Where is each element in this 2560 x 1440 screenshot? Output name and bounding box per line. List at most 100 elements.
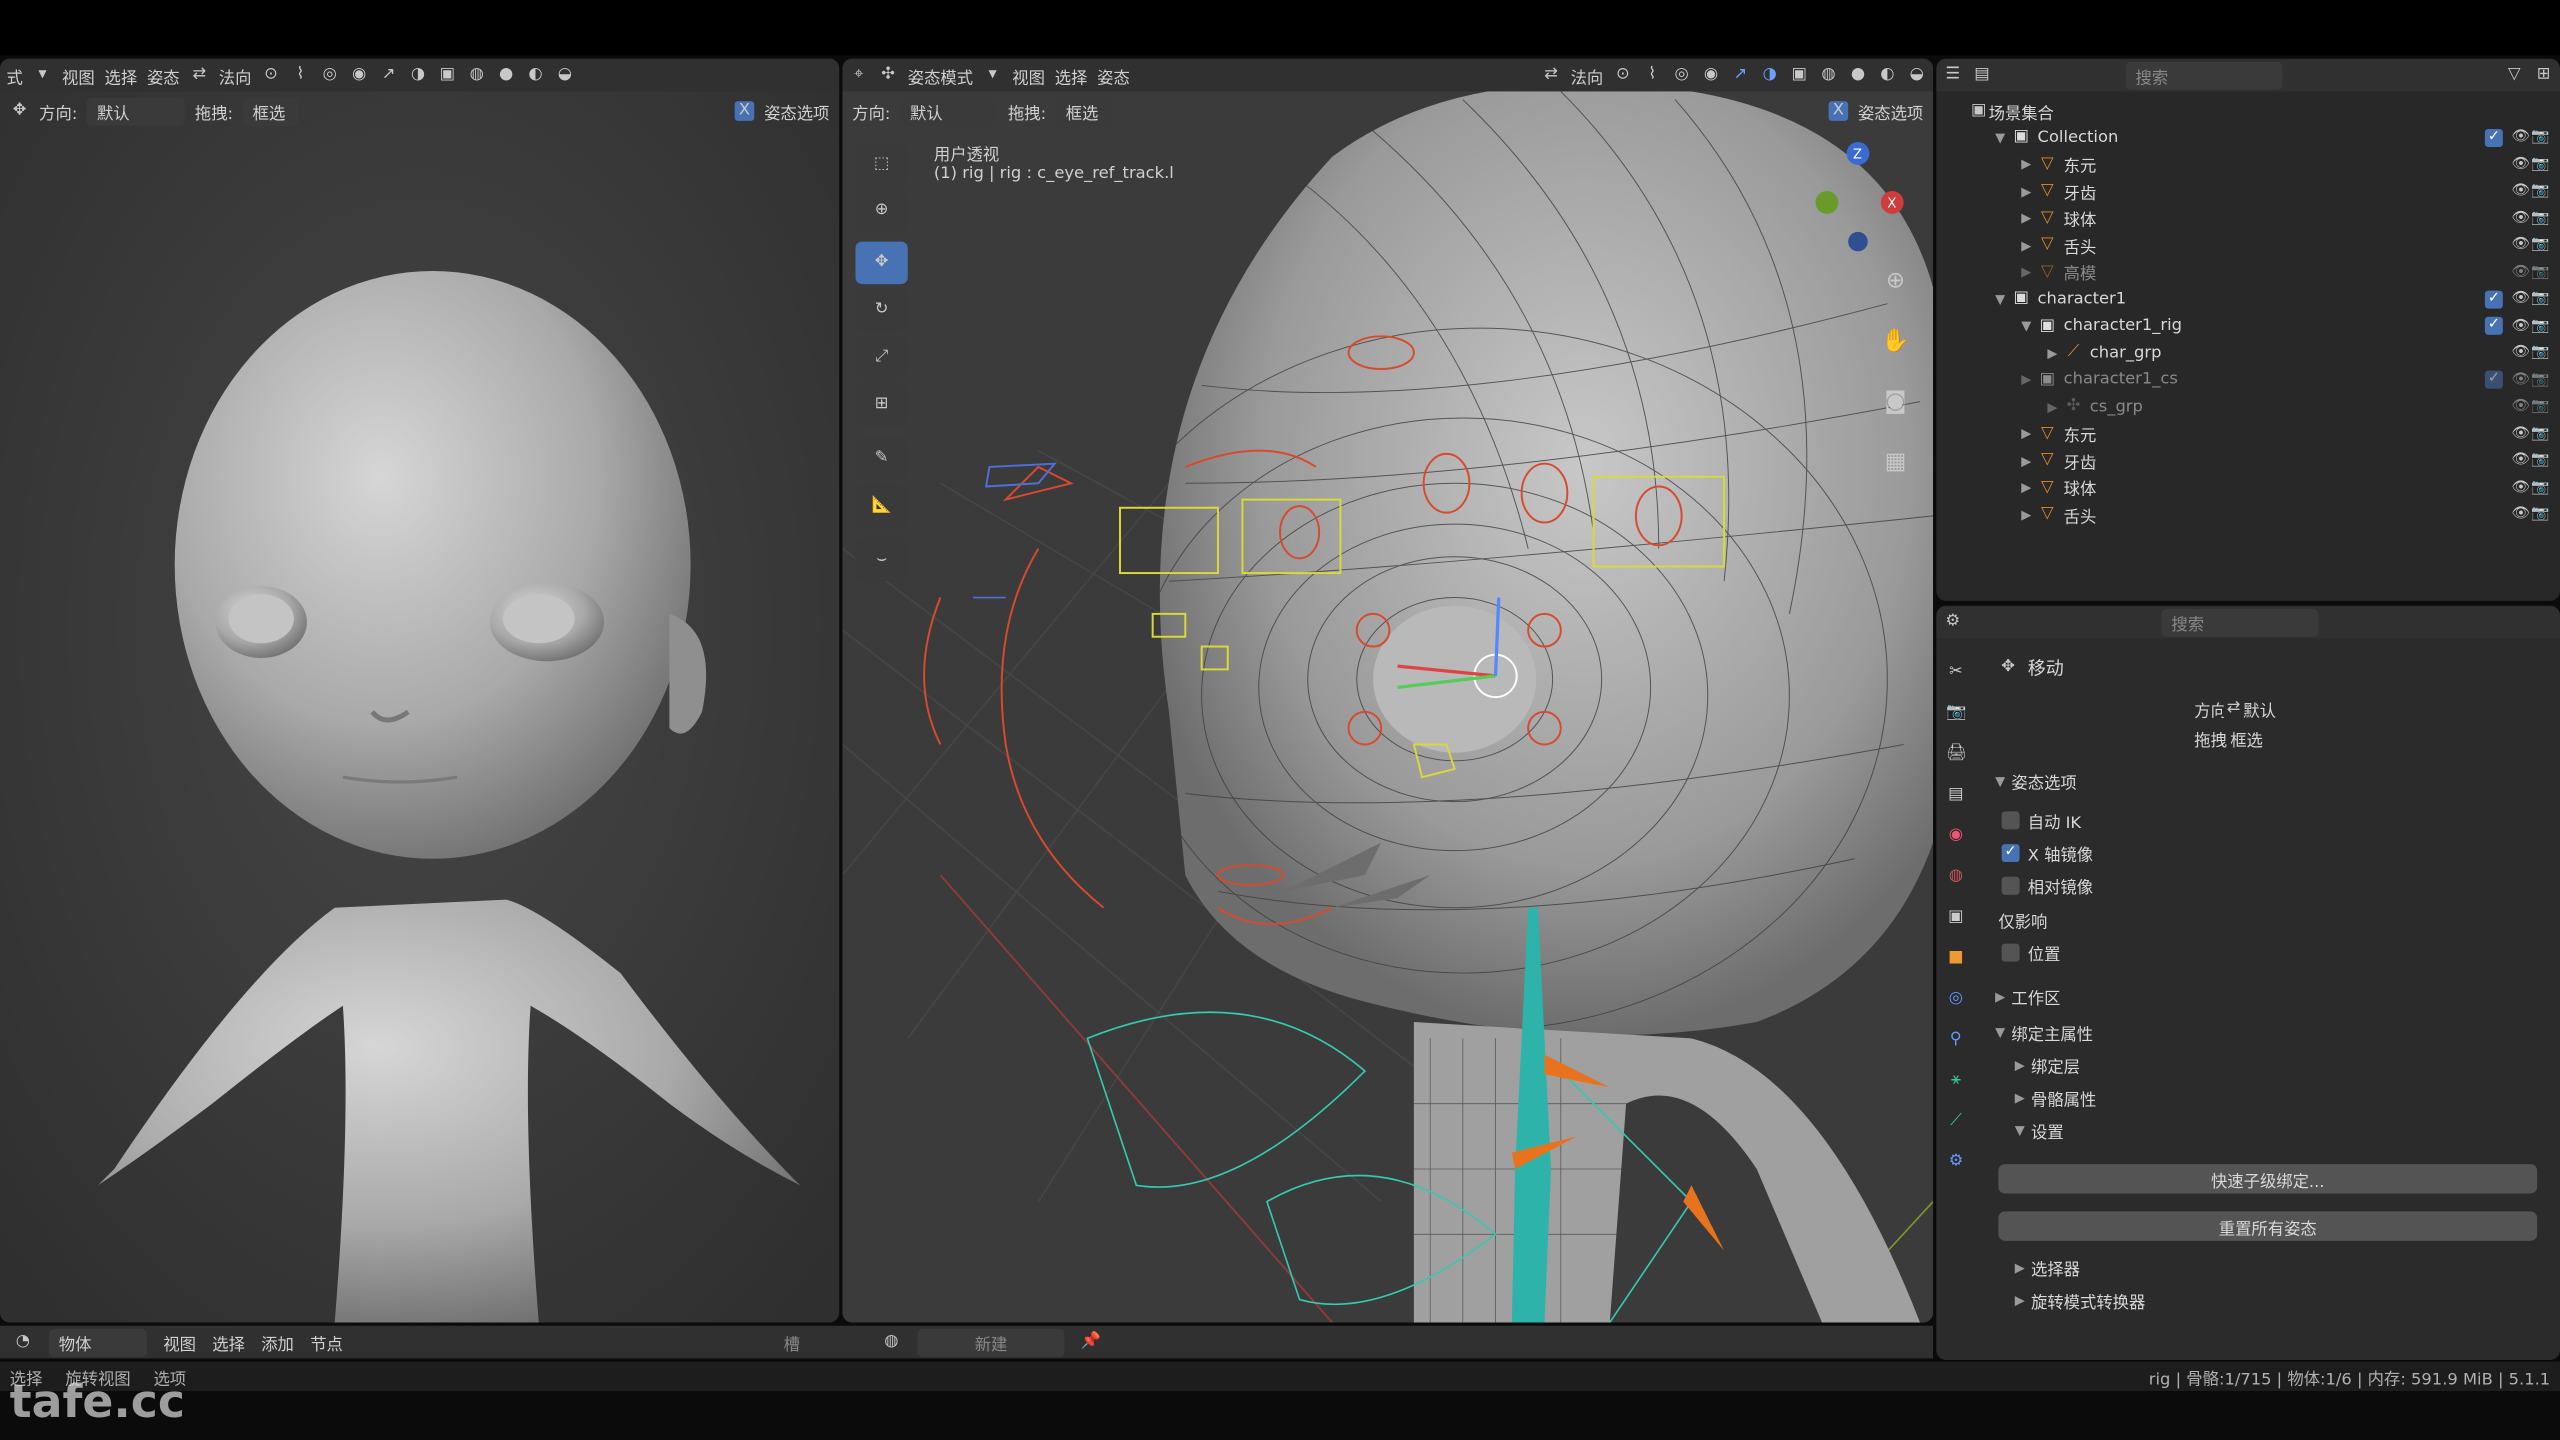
outliner-item[interactable]: ▶ ▽ 东元 👁 📷: [2021, 151, 2550, 177]
gizmo-icon[interactable]: ↗: [1731, 65, 1751, 85]
checkbox-checked[interactable]: ✓: [2484, 316, 2503, 335]
cursor-tool[interactable]: ⊕: [855, 189, 908, 232]
bone-constraint-tab-icon[interactable]: ⚙: [1946, 1153, 1966, 1173]
outliner-item[interactable]: ▶ ▽ 东元 👁 📷: [2021, 420, 2550, 446]
object-tab-icon[interactable]: ■: [1946, 949, 1966, 969]
camera-icon[interactable]: 📷: [2531, 478, 2551, 498]
scene-collection[interactable]: ▣ 场景集合: [1969, 98, 2054, 124]
snap-icon[interactable]: ⌇: [1642, 65, 1662, 85]
main-menu-view[interactable]: 视图: [1012, 63, 1045, 87]
annotate-tool[interactable]: ✎: [855, 437, 908, 480]
camera-icon[interactable]: 📷: [2531, 370, 2551, 390]
solid-shading-icon[interactable]: ●: [496, 65, 516, 85]
wireframe-shading-icon[interactable]: ◍: [467, 65, 487, 85]
visibility-icon[interactable]: ◉: [1701, 65, 1721, 85]
outliner-item[interactable]: ▶ ▽ 牙齿 👁 📷: [2021, 178, 2550, 204]
snap-icon[interactable]: ⌇: [291, 65, 311, 85]
eye-icon[interactable]: 👁: [2511, 397, 2531, 417]
checkbox-checked[interactable]: ✓: [2484, 289, 2503, 308]
main-pose-options[interactable]: 姿态选项: [1858, 99, 1923, 123]
outliner-item[interactable]: ▶ ▣ character1_cs ✓ 👁 📷: [2021, 367, 2550, 393]
new-collection-icon[interactable]: ⊞: [2534, 65, 2554, 85]
pivot-icon[interactable]: ⊙: [1613, 65, 1633, 85]
gizmo-icon[interactable]: ↗: [379, 65, 399, 85]
hand-icon[interactable]: ✋: [1881, 330, 1910, 360]
main-orient-dropdown[interactable]: 默认: [900, 97, 999, 125]
left-menu-0[interactable]: 式: [7, 63, 23, 87]
eye-icon[interactable]: 👁: [2511, 451, 2531, 471]
camera-icon[interactable]: 📷: [2531, 316, 2551, 336]
data-tab-icon[interactable]: ⚹: [1946, 1071, 1966, 1091]
visibility-icon[interactable]: ◉: [349, 65, 369, 85]
bone-props-section[interactable]: ▶ 骨骼属性: [2015, 1084, 2097, 1110]
outliner-item[interactable]: ▶ ▽ 牙齿 👁 📷: [2021, 447, 2550, 473]
camera-icon[interactable]: 📷: [2531, 451, 2551, 471]
left-orientation[interactable]: 法向: [219, 63, 252, 87]
left-viewport[interactable]: 式 ▾ 视图 选择 姿态 ⇄ 法向 ⊙ ⌇ ◎ ◉ ↗ ◑ ▣ ◍ ● ◐ ◒ …: [0, 58, 840, 1323]
camera-icon[interactable]: 📷: [2531, 424, 2551, 444]
outliner-item[interactable]: ▶ ▽ 球体 👁 📷: [2021, 205, 2550, 231]
relative-mirror-checkbox[interactable]: 相对镜像: [2001, 872, 2093, 898]
chevron-right-icon[interactable]: ▶: [2047, 345, 2063, 360]
camera-icon[interactable]: 📷: [2531, 397, 2551, 417]
object-dropdown[interactable]: 物体: [48, 1328, 147, 1356]
grid-icon[interactable]: ▦: [1881, 451, 1910, 481]
transform-orientation-icon[interactable]: ⇄: [1541, 65, 1561, 85]
camera-icon[interactable]: 📷: [2531, 154, 2551, 174]
editor-type-icon[interactable]: ⚙: [1943, 612, 1963, 632]
eye-icon[interactable]: 👁: [2511, 343, 2531, 363]
bone-tab-icon[interactable]: ⟋: [1946, 1112, 1966, 1132]
camera-icon[interactable]: 📷: [2531, 289, 2551, 309]
overlay-icon[interactable]: ◑: [408, 65, 428, 85]
chevron-down-icon[interactable]: ▾: [33, 65, 53, 85]
rig-main-section[interactable]: ▼ 绑定主属性: [1995, 1019, 2093, 1045]
main-x-mirror[interactable]: X: [1828, 101, 1849, 121]
scene-tab-icon[interactable]: ◉: [1946, 826, 1966, 846]
checkbox[interactable]: [2001, 875, 2020, 894]
bottom-menu-view[interactable]: 视图: [163, 1330, 196, 1354]
chevron-right-icon[interactable]: ▶: [2021, 480, 2037, 495]
rot-mode-section[interactable]: ▶ 旋转模式转换器: [2015, 1287, 2146, 1313]
main-viewport[interactable]: Z X ⌖ ✣ 姿态模式 ▾ 视图 选择 姿态 ⇄ 法向 ⊙ ⌇ ◎ ◉ ↗ ◑…: [842, 58, 1934, 1323]
left-menu-view[interactable]: 视图: [62, 63, 95, 87]
reset-pose-button[interactable]: 重置所有姿态: [1998, 1211, 2538, 1241]
outliner-item[interactable]: ▶ ▽ 舌头 👁 📷: [2021, 501, 2550, 527]
drag-dropdown[interactable]: 框选: [2224, 725, 2547, 751]
new-button[interactable]: 新建: [917, 1328, 1065, 1356]
transform-tool[interactable]: ⊞: [855, 383, 908, 427]
auto-ik-checkbox[interactable]: 自动 IK: [2001, 807, 2081, 833]
proportional-icon[interactable]: ◎: [320, 65, 340, 85]
chevron-right-icon[interactable]: ▶: [2021, 507, 2037, 522]
outliner-item[interactable]: ▶ ✣ cs_grp 👁 📷: [2047, 393, 2550, 419]
wireframe-shading-icon[interactable]: ◍: [1819, 65, 1839, 85]
move-tool[interactable]: ✥: [855, 241, 908, 285]
constraint-tab-icon[interactable]: ⚲: [1946, 1030, 1966, 1050]
pin-icon[interactable]: 📌: [1081, 1332, 1101, 1352]
chevron-right-icon[interactable]: ▶: [2021, 372, 2037, 387]
solid-shading-icon[interactable]: ●: [1848, 65, 1868, 85]
eye-icon[interactable]: 👁: [2511, 127, 2531, 147]
eye-icon[interactable]: 👁: [2511, 208, 2531, 228]
measure-tool[interactable]: 📐: [855, 484, 908, 528]
location-checkbox[interactable]: 位置: [2001, 939, 2060, 965]
editor-type-icon[interactable]: ◔: [13, 1332, 33, 1352]
chevron-right-icon[interactable]: ▶: [2021, 238, 2037, 253]
outliner-item[interactable]: ▼ ▣ Collection ✓ 👁 📷: [1995, 124, 2550, 150]
bone-tool[interactable]: ⌣: [855, 538, 908, 582]
eye-icon[interactable]: 👁: [2511, 289, 2531, 309]
pivot-icon[interactable]: ⊙: [261, 65, 281, 85]
left-menu-select[interactable]: 选择: [104, 63, 137, 87]
select-box-tool[interactable]: ⬚: [855, 143, 908, 187]
outliner-item[interactable]: ▶ ▽ 高模 👁 📷: [2021, 259, 2550, 285]
chevron-down-icon[interactable]: ▼: [1995, 130, 2011, 145]
chevron-right-icon[interactable]: ▶: [2047, 399, 2063, 414]
camera-icon[interactable]: 📷: [2531, 127, 2551, 147]
eye-icon[interactable]: 👁: [2511, 504, 2531, 524]
world-tab-icon[interactable]: ◍: [1946, 867, 1966, 887]
camera-icon[interactable]: 📷: [2531, 262, 2551, 282]
slot-dropdown[interactable]: 槽: [784, 1330, 866, 1354]
settings-section[interactable]: ▼ 设置: [2015, 1117, 2064, 1143]
xray-icon[interactable]: ▣: [1789, 65, 1809, 85]
checkbox-checked[interactable]: ✓: [2484, 370, 2503, 389]
chevron-right-icon[interactable]: ▶: [2021, 157, 2037, 172]
